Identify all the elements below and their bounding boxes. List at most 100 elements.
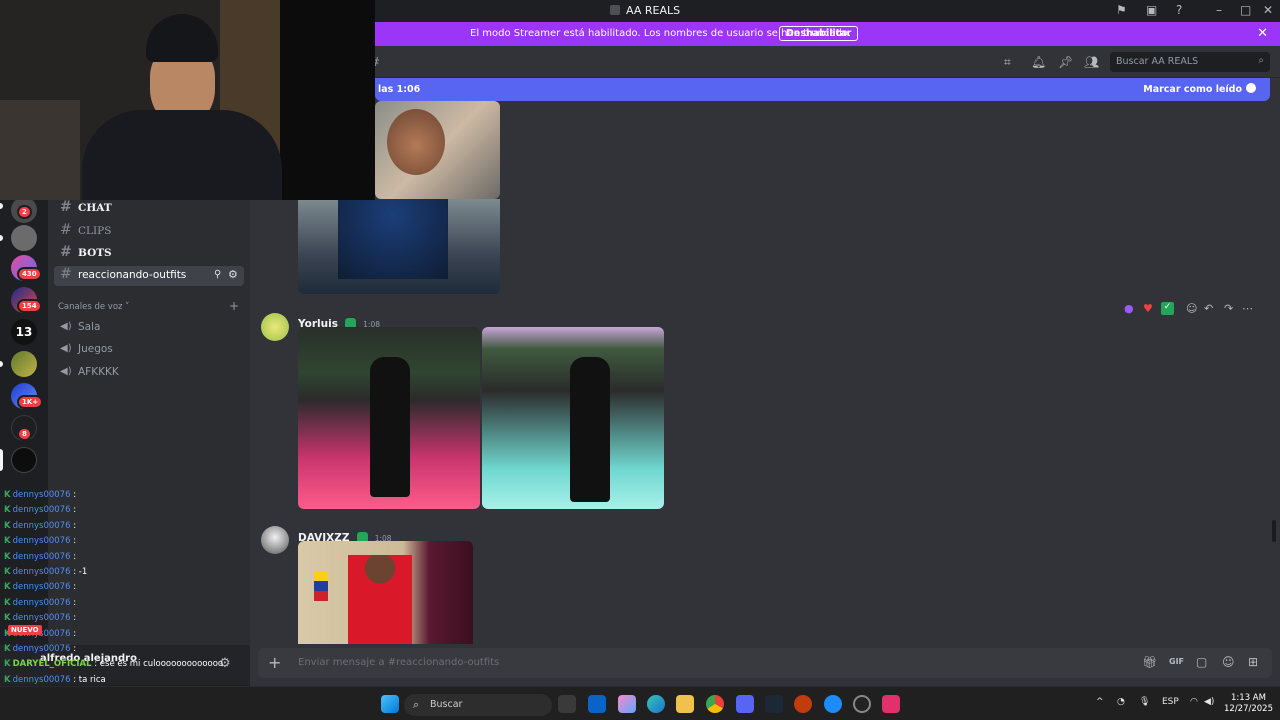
minimize-icon[interactable]: – — [1216, 3, 1222, 17]
chat-overlay-line: Kdennys00076 : — [4, 505, 76, 515]
inbox-icon[interactable]: ⚑ — [1116, 3, 1127, 17]
chat-username: dennys00076 — [12, 551, 71, 562]
more-icon[interactable]: ⋯ — [1242, 302, 1253, 315]
unread-pill — [0, 235, 3, 241]
channel-chat[interactable]: # CHAT — [54, 199, 244, 219]
outfit-photo-2[interactable] — [482, 327, 664, 509]
webcam-overlay — [0, 0, 375, 200]
speaker-icon: ◀) — [60, 343, 72, 354]
windows-start-icon[interactable] — [381, 695, 399, 713]
invite-icon[interactable]: ⚲ — [214, 269, 221, 280]
chat-overlay-line: K DARYEL_OFICIAL : ese es mi culooooooooo… — [4, 659, 223, 669]
server-icon[interactable]: 13 — [11, 319, 37, 345]
discord-icon[interactable] — [736, 695, 754, 713]
chat-username: dennys00076 — [12, 597, 71, 608]
channel-bots[interactable]: # BOTS — [54, 244, 244, 264]
server-icon[interactable] — [11, 447, 37, 473]
steam-icon[interactable] — [765, 695, 783, 713]
avatar[interactable] — [261, 526, 289, 554]
composer-input[interactable]: Enviar mensaje a #reaccionando-outfits — [298, 657, 499, 668]
server-badge: 8 — [17, 427, 32, 441]
apps-icon[interactable]: ⊞ — [1248, 655, 1258, 669]
image-attachment-lower[interactable] — [298, 199, 500, 294]
maximize-icon[interactable]: □ — [1240, 3, 1251, 17]
add-reaction-icon[interactable]: ☺ — [1186, 302, 1197, 315]
app-icon[interactable] — [824, 695, 842, 713]
kick-icon: K — [4, 551, 11, 562]
hash-icon: # — [60, 266, 72, 282]
tray-chevron-icon[interactable]: ^ — [1096, 697, 1104, 707]
photo-face — [387, 109, 445, 175]
threads-icon[interactable]: ⌗ — [1004, 55, 1011, 70]
wifi-icon[interactable]: ◠ — [1190, 697, 1198, 707]
sticker-icon[interactable]: ▢ — [1196, 655, 1207, 669]
new-tag: NUEVO — [8, 625, 42, 635]
members-icon[interactable]: 👥︎ — [1084, 55, 1099, 69]
channel-reaccionando-outfits[interactable]: # reaccionando-outfits ⚲ ⚙ — [54, 266, 244, 286]
speaker-icon: ◀) — [60, 321, 72, 332]
monitor-icon[interactable]: ▣ — [1146, 3, 1157, 17]
pin-icon[interactable]: 📌︎ — [1058, 55, 1073, 69]
server-badge: 1K+ — [17, 395, 44, 409]
add-channel-icon[interactable]: + — [229, 299, 239, 313]
mark-read-icon — [1246, 83, 1256, 93]
close-banner-icon[interactable]: ✕ — [1257, 26, 1268, 41]
voice-channel-juegos[interactable]: ◀) Juegos — [54, 340, 244, 360]
image-attachment[interactable] — [375, 101, 500, 199]
language-indicator[interactable]: ESP — [1162, 697, 1179, 707]
gear-icon[interactable]: ⚙ — [228, 268, 238, 281]
chrome-icon[interactable] — [706, 695, 724, 713]
chat-overlay-line: Kdennys00076 : — [4, 552, 76, 562]
file-explorer-icon[interactable] — [676, 695, 694, 713]
kick-icon: K — [4, 505, 11, 516]
emoji-icon[interactable]: ☺ — [1222, 655, 1235, 669]
taskbar-search[interactable]: ⌕ Buscar — [404, 694, 552, 716]
window-title: AA REALS — [610, 4, 680, 17]
voice-channel-afkkkk[interactable]: ◀) AFKKKK — [54, 363, 244, 383]
avatar[interactable] — [261, 313, 289, 341]
help-icon[interactable]: ? — [1176, 3, 1182, 17]
bell-icon[interactable]: 🔔︎ — [1031, 55, 1046, 69]
server-badge: 154 — [17, 299, 42, 313]
gif-icon[interactable]: GIF — [1169, 657, 1184, 666]
chat-message: : — [70, 490, 77, 500]
gift-icon[interactable]: 🎁︎ — [1142, 655, 1157, 669]
edge-icon[interactable] — [647, 695, 665, 713]
eggplant-reaction-icon[interactable]: ● — [1124, 302, 1134, 315]
volume-icon[interactable]: ◀) — [1204, 697, 1214, 707]
voice-channel-sala[interactable]: ◀) Sala — [54, 318, 244, 338]
server-icon — [610, 5, 620, 15]
outfit-photo-1[interactable] — [298, 327, 480, 509]
scrollbar-thumb[interactable] — [1272, 520, 1276, 542]
disable-streamer-button[interactable]: Deshabilitar — [779, 26, 859, 41]
attach-plus-icon[interactable]: + — [268, 653, 281, 672]
task-view-icon[interactable] — [558, 695, 576, 713]
server-icon[interactable] — [11, 351, 37, 377]
search-input[interactable]: Buscar AA REALS ⌕ — [1110, 52, 1270, 72]
app-icon[interactable] — [794, 695, 812, 713]
forward-icon[interactable]: ↷ — [1224, 302, 1233, 315]
check-reaction-icon[interactable]: ✓ — [1161, 302, 1174, 315]
channel-clips[interactable]: # CLIPS — [54, 222, 244, 242]
outfit-photo-3[interactable] — [298, 541, 473, 644]
heart-reaction-icon[interactable]: ♥ — [1143, 302, 1153, 315]
outlook-icon[interactable] — [588, 695, 606, 713]
message-composer[interactable]: + Enviar mensaje a #reaccionando-outfits… — [258, 648, 1272, 678]
microphone-icon[interactable]: 🎙︎ — [1139, 697, 1150, 707]
reply-icon[interactable]: ↶ — [1204, 302, 1213, 315]
taskbar-clock[interactable]: 1:13 AM 12/27/2025 — [1224, 693, 1273, 715]
tray-app-icon[interactable]: ◔ — [1117, 697, 1125, 707]
voice-category[interactable]: Canales de voz ˅ — [58, 302, 129, 312]
kick-icon: K — [4, 520, 11, 531]
tiktok-icon[interactable] — [882, 695, 900, 713]
server-icon[interactable] — [11, 225, 37, 251]
mark-as-read-button[interactable]: Marcar como leído — [1143, 84, 1242, 95]
hash-icon: # — [60, 199, 72, 215]
copilot-icon[interactable] — [618, 695, 636, 713]
obs-icon[interactable] — [853, 695, 871, 713]
new-messages-bar[interactable]: las 1:06 Marcar como leído — [375, 78, 1270, 101]
chat-username: dennys00076 — [12, 567, 71, 577]
close-window-icon[interactable]: ✕ — [1263, 3, 1273, 17]
chat-message: : — [70, 505, 77, 516]
kick-icon: K — [4, 644, 11, 654]
